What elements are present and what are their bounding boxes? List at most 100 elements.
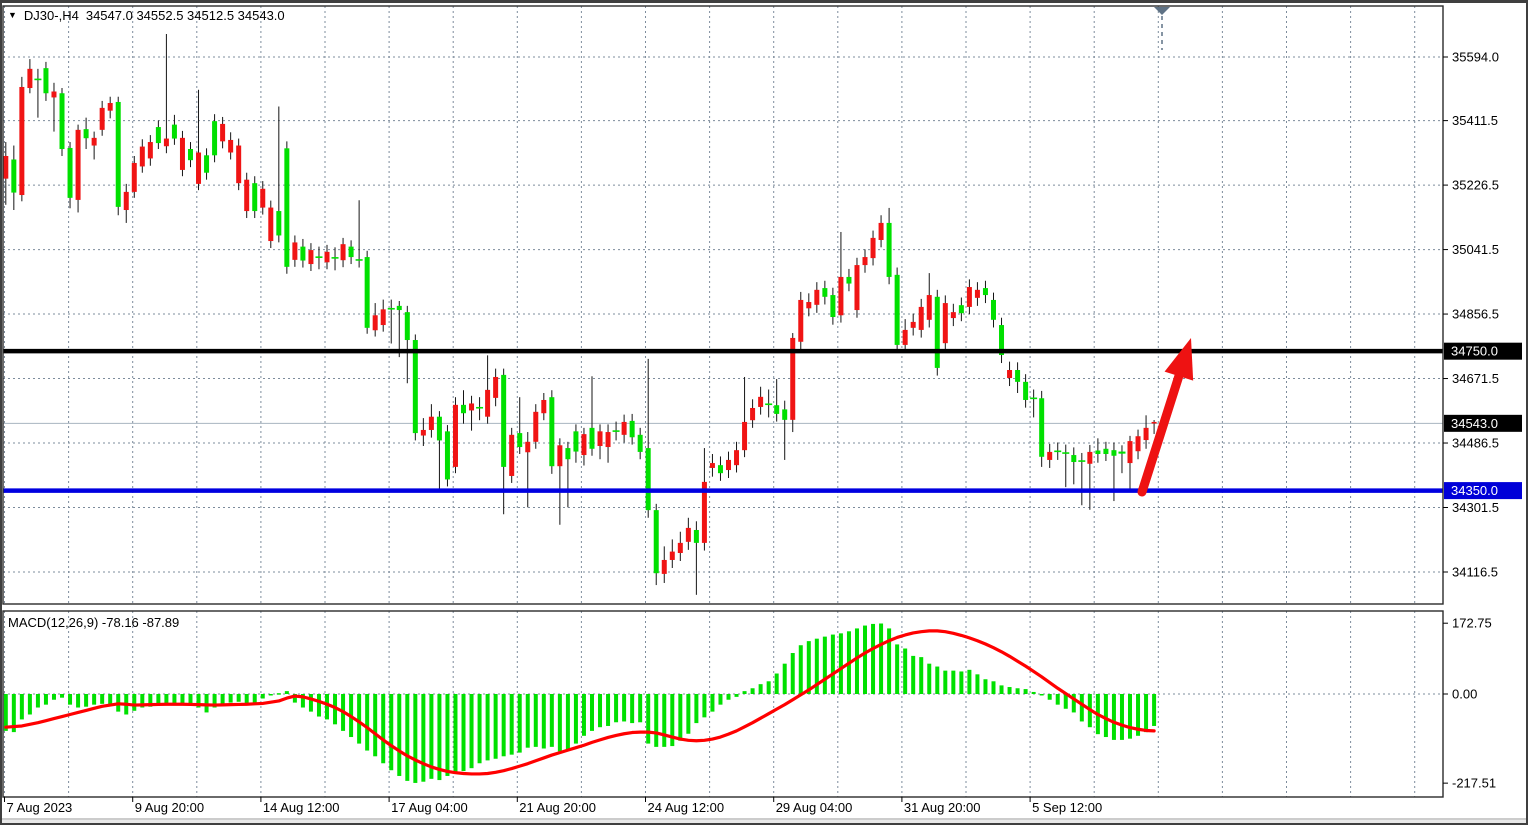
candle-body bbox=[694, 530, 699, 543]
candle-body bbox=[1152, 422, 1157, 424]
candle-body bbox=[453, 405, 458, 467]
candle-body bbox=[686, 528, 691, 542]
macd-histogram-bar bbox=[718, 694, 722, 705]
macd-histogram-bar bbox=[52, 694, 56, 700]
candle-body bbox=[11, 159, 16, 192]
macd-histogram-bar bbox=[84, 694, 88, 707]
candle-body bbox=[919, 307, 924, 330]
macd-histogram-bar bbox=[895, 644, 899, 694]
candle-body bbox=[341, 244, 346, 260]
candle-body bbox=[903, 330, 908, 345]
macd-histogram-bar bbox=[678, 694, 682, 741]
macd-histogram-bar bbox=[751, 688, 755, 694]
macd-histogram-bar bbox=[638, 694, 642, 722]
candle-body bbox=[300, 247, 305, 261]
candle-body bbox=[854, 265, 859, 310]
candle-body bbox=[43, 68, 48, 93]
price-axis-label: 34116.5 bbox=[1452, 564, 1498, 579]
macd-histogram-bar bbox=[60, 694, 64, 698]
candle-body bbox=[557, 445, 562, 466]
candle-body bbox=[565, 448, 570, 459]
macd-axis-label: -217.51 bbox=[1452, 776, 1496, 791]
macd-histogram-bar bbox=[502, 694, 506, 756]
macd-histogram-bar bbox=[421, 694, 425, 782]
time-axis: 7 Aug 20239 Aug 20:0014 Aug 12:0017 Aug … bbox=[5, 797, 1103, 815]
macd-histogram-bar bbox=[486, 694, 490, 760]
macd-histogram-bar bbox=[413, 694, 417, 783]
macd-histogram-bar bbox=[373, 694, 377, 756]
macd-histogram-bar bbox=[759, 684, 763, 694]
candle-body bbox=[935, 297, 940, 368]
macd-histogram-bar bbox=[172, 694, 176, 703]
macd-histogram-bar bbox=[743, 691, 747, 694]
symbol-dropdown-icon[interactable]: ▼ bbox=[8, 11, 17, 20]
macd-histogram-bar bbox=[879, 624, 883, 694]
chart-title: ▼ DJ30-,H4 34547.0 34552.5 34512.5 34543… bbox=[8, 8, 285, 23]
macd-histogram-bar bbox=[662, 694, 666, 747]
macd-histogram-bar bbox=[1008, 687, 1012, 694]
candle-body bbox=[871, 238, 876, 258]
candle-body bbox=[413, 340, 418, 433]
candle-body bbox=[541, 400, 546, 413]
candle-body bbox=[573, 431, 578, 451]
macd-histogram-bar bbox=[229, 694, 233, 703]
candle-body bbox=[315, 256, 322, 258]
macd-histogram-bar bbox=[935, 667, 939, 694]
candle-body bbox=[765, 403, 772, 405]
price-axis-label: 35411.5 bbox=[1452, 113, 1498, 128]
trading-chart-window: 35594.035411.535226.535041.534856.534671… bbox=[0, 0, 1528, 825]
border-left bbox=[0, 0, 2, 825]
macd-histogram-bar bbox=[927, 664, 931, 694]
candle-body bbox=[678, 543, 683, 553]
candle-body bbox=[1128, 441, 1133, 463]
macd-histogram-bar bbox=[405, 694, 409, 781]
macd-histogram-bar bbox=[100, 694, 104, 704]
candle-body bbox=[244, 180, 249, 211]
macd-histogram-bar bbox=[542, 694, 546, 749]
macd-histogram-bar bbox=[558, 694, 562, 751]
candle-body bbox=[148, 142, 153, 158]
candle-body bbox=[838, 277, 843, 315]
macd-histogram-bar bbox=[807, 641, 811, 694]
macd-histogram-bar bbox=[221, 694, 225, 704]
candle-body bbox=[108, 103, 113, 111]
macd-histogram-bar bbox=[654, 694, 658, 747]
candle-body bbox=[437, 417, 442, 441]
macd-histogram-bar bbox=[823, 637, 827, 694]
candle-body bbox=[1136, 436, 1141, 451]
candle-body bbox=[27, 69, 32, 88]
macd-histogram-bar bbox=[783, 664, 787, 694]
macd-histogram-bar bbox=[20, 694, 24, 719]
macd-histogram-bar bbox=[453, 694, 457, 773]
candle-body bbox=[501, 375, 506, 467]
candle-body bbox=[718, 465, 723, 473]
candle-body bbox=[991, 300, 996, 320]
macd-histogram-bar bbox=[92, 694, 96, 705]
macd-histogram-bar bbox=[871, 624, 875, 694]
macd-histogram-bar bbox=[534, 694, 538, 747]
candle-body bbox=[1047, 452, 1052, 460]
candle-body bbox=[887, 223, 892, 277]
macd-histogram-bar bbox=[919, 657, 923, 694]
border-top bbox=[0, 0, 1528, 3]
candle-body bbox=[228, 140, 233, 153]
candle-body bbox=[381, 309, 386, 325]
candle-body bbox=[1039, 398, 1044, 457]
time-axis-label: 24 Aug 12:00 bbox=[648, 800, 725, 815]
candle-body bbox=[782, 409, 787, 419]
candle-body bbox=[1087, 452, 1092, 464]
macd-histogram-bar bbox=[437, 694, 441, 780]
macd-histogram-bar bbox=[1128, 694, 1132, 739]
candle-body bbox=[461, 405, 466, 413]
chart-canvas[interactable]: 35594.035411.535226.535041.534856.534671… bbox=[0, 0, 1528, 825]
macd-histogram-bar bbox=[727, 694, 731, 700]
macd-histogram-bar bbox=[397, 694, 401, 776]
candle-body bbox=[1062, 452, 1069, 454]
candle-body bbox=[1054, 451, 1061, 453]
candle-body bbox=[429, 417, 434, 430]
time-axis-label: 29 Aug 04:00 bbox=[776, 800, 853, 815]
candle-body bbox=[332, 257, 339, 259]
price-badge-label: 34750.0 bbox=[1451, 344, 1498, 359]
macd-histogram-bar bbox=[277, 693, 281, 695]
candle-body bbox=[1078, 460, 1085, 462]
